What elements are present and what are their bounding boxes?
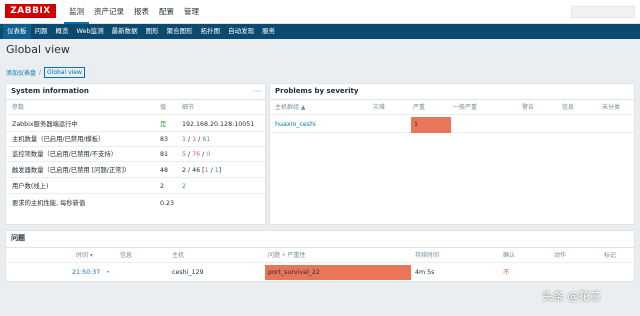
- param-value: 83: [160, 136, 169, 143]
- col-time[interactable]: 时间 ▾: [76, 248, 93, 263]
- submenu-overview[interactable]: 概览: [52, 24, 73, 39]
- submenu-graphs[interactable]: 图形: [142, 24, 163, 39]
- submenu-latest-data[interactable]: 最新数据: [108, 24, 142, 39]
- param-label: 触发器数量（已启用/已禁用 [问题/正常]）: [12, 167, 131, 174]
- zabbix-logo[interactable]: ZABBIX: [5, 4, 56, 18]
- menu-administration[interactable]: 管理: [179, 0, 204, 24]
- submenu-maps[interactable]: 拓扑图: [197, 24, 225, 39]
- submenu-problems[interactable]: 问题: [31, 24, 52, 39]
- col-host: 主机: [172, 252, 185, 259]
- severity-high-count: 1: [414, 121, 419, 128]
- param-value: 2: [160, 183, 165, 190]
- table-row: huaxin_ceshi 1: [270, 117, 634, 133]
- widget-title: Problems by severity: [275, 87, 359, 95]
- param-label: 主机数量（已启用/已禁用/模板）: [12, 136, 105, 143]
- col-detail: 细节: [182, 104, 195, 111]
- table-row: 用户数(线上) 2 2: [6, 179, 265, 194]
- menu-configuration[interactable]: 配置: [154, 0, 179, 24]
- submenu-services[interactable]: 服务: [258, 24, 279, 39]
- widget-menu-icon[interactable]: ···: [253, 84, 261, 99]
- system-information-widget: System information ··· 参数 值 细节 Zabbix服务器…: [5, 83, 266, 225]
- col-host-group[interactable]: 主机群组 ▲: [275, 100, 306, 115]
- menu-monitoring[interactable]: 监测: [64, 0, 89, 24]
- param-label: Zabbix服务器端运行中: [12, 121, 78, 128]
- table-header: 主机群组 ▲ 灾难 严重 一般严重 警告 信息 未分类: [270, 100, 634, 115]
- col-param: 参数: [12, 104, 25, 111]
- breadcrumb-separator: /: [39, 69, 42, 76]
- param-value: 81: [160, 151, 169, 158]
- page-title: Global view: [6, 43, 70, 56]
- main-menu: 监测 资产记录 报表 配置 管理: [64, 0, 204, 24]
- col-value: 值: [160, 104, 167, 111]
- submenu-dashboard[interactable]: 仪表板: [3, 24, 31, 39]
- sub-menu: 仪表板 问题 概览 Web监测 最新数据 图形 聚合图形 拓扑图 自动发现 服务: [0, 24, 640, 39]
- param-label: 监控项数量（已启用/已禁用/不支持）: [12, 151, 117, 158]
- problem-duration: 4m 5s: [415, 269, 435, 276]
- col-high: 严重: [413, 104, 426, 111]
- submenu-discovery[interactable]: 自动发现: [224, 24, 258, 39]
- table-header: 参数 值 细节: [6, 100, 265, 115]
- table-row: Zabbix服务器端运行中 是 192.168.20.128:10051: [6, 117, 265, 132]
- param-value: 是: [160, 121, 167, 128]
- search-input[interactable]: [571, 6, 635, 18]
- table-row: 触发器数量（已启用/已禁用 [问题/正常]） 48 2 / 46 [1 / 1]: [6, 163, 265, 178]
- widget-title: System information: [11, 87, 89, 95]
- param-value: 0.23: [160, 200, 175, 207]
- submenu-screens[interactable]: 聚合图形: [163, 24, 197, 39]
- table-row: 主机数量（已启用/已禁用/模板） 83 1 / 1 / 81: [6, 132, 265, 147]
- col-ack: 确认: [503, 252, 516, 259]
- breadcrumb: 添加仪表盘 / Global view: [6, 67, 85, 78]
- param-detail: 192.168.20.128:10051: [182, 121, 255, 128]
- col-duration: 持续时间: [415, 252, 440, 259]
- param-label: 要求的主机性能, 每秒新值: [12, 200, 86, 207]
- col-disaster: 灾难: [373, 104, 386, 111]
- param-detail: 1 / 1 / 81: [182, 136, 211, 143]
- col-not-classified: 未分类: [602, 104, 621, 111]
- col-average: 一般严重: [453, 104, 478, 111]
- widget-title: 问题: [11, 234, 25, 242]
- ack-status-link[interactable]: 不: [503, 264, 509, 279]
- col-tags: 标记: [604, 252, 617, 259]
- host-group-link[interactable]: huaxin_ceshi: [275, 117, 316, 132]
- problems-by-severity-widget: Problems by severity 主机群组 ▲ 灾难 严重 一般严重 警…: [269, 83, 635, 225]
- param-detail: 2 / 46 [1 / 1]: [182, 167, 222, 174]
- menu-inventory[interactable]: 资产记录: [89, 0, 129, 24]
- col-info: 信息: [562, 104, 575, 111]
- top-bar: ZABBIX 监测 资产记录 报表 配置 管理: [0, 0, 640, 24]
- table-header: 时间 ▾ 信息 主机 问题 • 严重性 持续时间 确认 动作 标记: [6, 248, 634, 263]
- breadcrumb-parent[interactable]: 添加仪表盘: [6, 68, 36, 77]
- table-row: 要求的主机性能, 每秒新值 0.23: [6, 196, 265, 211]
- problem-name-link[interactable]: port_survival_22: [268, 264, 320, 279]
- param-detail: 5 / 76 / 0: [182, 151, 211, 158]
- param-label: 用户数(线上): [12, 183, 49, 190]
- breadcrumb-current[interactable]: Global view: [44, 67, 85, 78]
- param-value: 48: [160, 167, 169, 174]
- table-row: 21:50:37 • ceshi_129 port_survival_22 4m…: [6, 264, 634, 281]
- col-warning: 警告: [522, 104, 535, 111]
- param-detail: 2: [182, 183, 187, 190]
- problem-time-link[interactable]: 21:50:37: [72, 264, 100, 279]
- problem-host-link[interactable]: ceshi_129: [172, 264, 204, 279]
- widget-header: System information ···: [6, 84, 265, 100]
- row-divider: •: [106, 269, 110, 276]
- col-problem-severity: 问题 • 严重性: [268, 252, 306, 259]
- submenu-web[interactable]: Web监测: [73, 24, 108, 39]
- widget-header: 问题: [6, 231, 634, 248]
- col-actions: 动作: [554, 252, 567, 259]
- widget-header: Problems by severity: [270, 84, 634, 100]
- problems-widget: 问题 时间 ▾ 信息 主机 问题 • 严重性 持续时间 确认 动作 标记 21:…: [5, 230, 635, 282]
- table-row: 监控项数量（已启用/已禁用/不支持） 81 5 / 76 / 0: [6, 147, 265, 162]
- col-info: 信息: [120, 252, 133, 259]
- menu-reports[interactable]: 报表: [129, 0, 154, 24]
- watermark: 头条 @花芯: [542, 290, 601, 303]
